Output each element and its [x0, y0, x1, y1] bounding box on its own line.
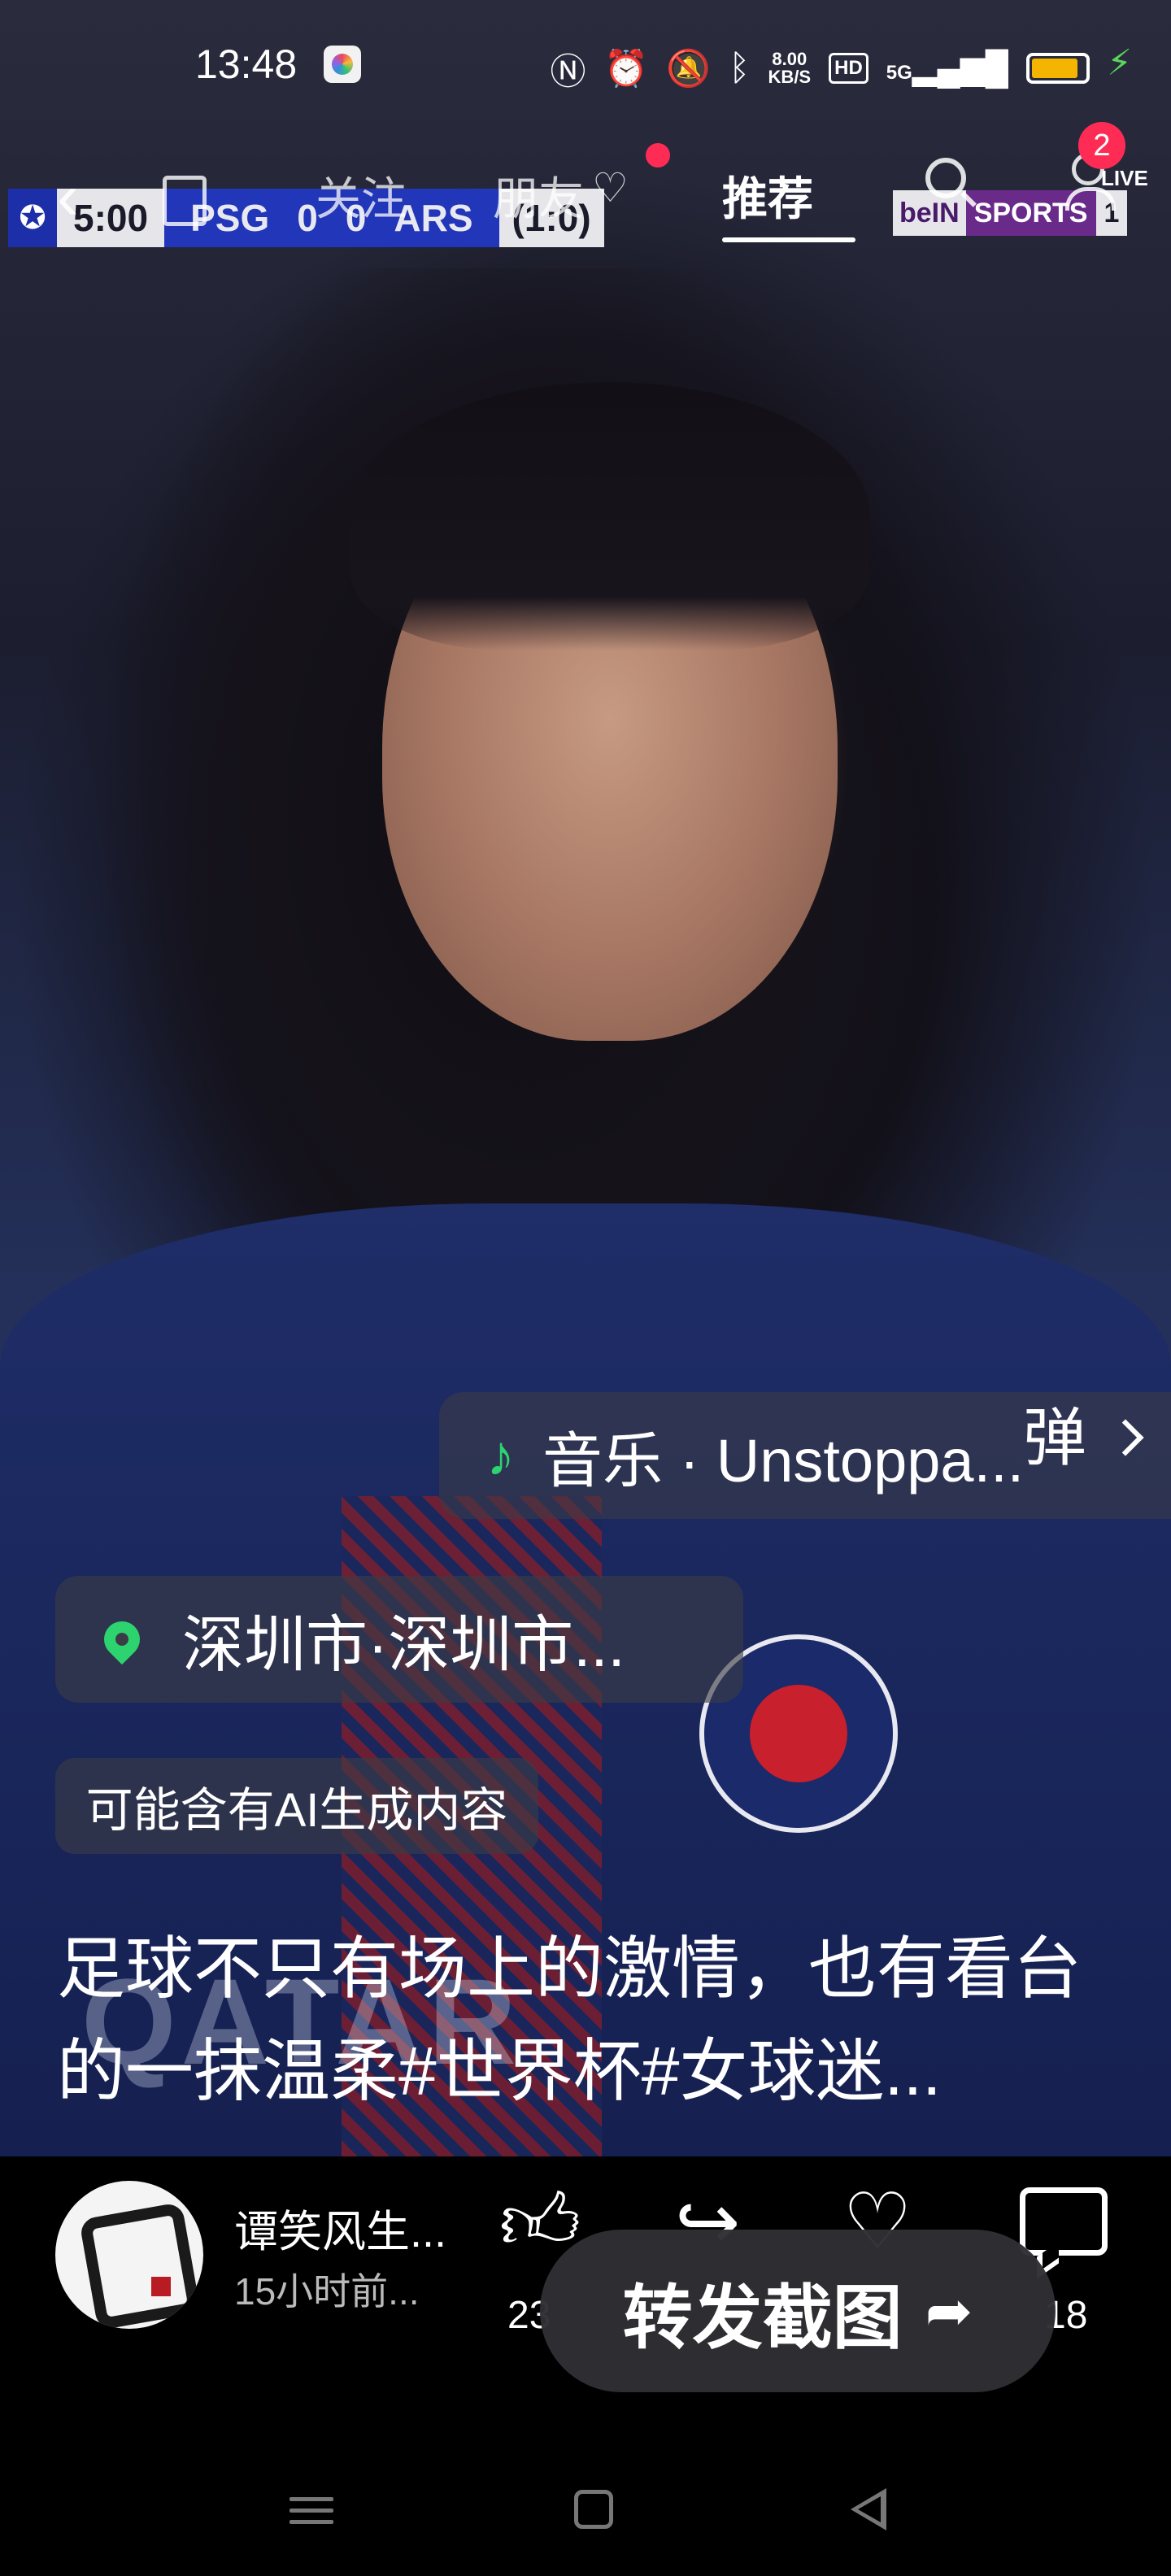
app-notification-icon [324, 46, 361, 83]
battery-icon [1026, 53, 1090, 84]
top-nav: ‹ 关注 朋友 ♡ 推荐 [0, 146, 1171, 260]
music-title: 音乐 · Unstoppa... [542, 1426, 1025, 1495]
net-speed: 8.00 KB/S [768, 49, 812, 87]
music-note-icon: ♪ [486, 1424, 515, 1487]
author-name[interactable]: 谭笑风生... [234, 2195, 446, 2260]
ai-content-notice[interactable]: 可能含有AI生成内容 [55, 1758, 538, 1854]
back-icon[interactable]: ‹ [57, 164, 79, 229]
tab-recommend[interactable]: 推荐 [722, 163, 813, 228]
floating-window-icon[interactable] [163, 176, 207, 226]
status-icons: Ⓝ ⏰ 🔕 ᛒ 8.00 KB/S HD 5G▂▄▆█ [551, 42, 1090, 94]
recent-apps-icon[interactable] [289, 2490, 333, 2531]
share-arrow-icon: ➦ [925, 2279, 973, 2343]
alarm-icon: ⏰ [603, 49, 649, 89]
status-time: 13:48 [195, 41, 298, 87]
tab-following[interactable]: 关注 [316, 163, 407, 228]
comment-icon[interactable] [1020, 2187, 1108, 2256]
home-icon[interactable] [574, 2490, 613, 2529]
friends-red-dot [646, 143, 670, 168]
author-avatar[interactable] [55, 2181, 203, 2329]
video-caption[interactable]: 足球不只有场上的激情，也有看台的一抹温柔#世界杯#女球迷... [57, 1917, 1130, 2122]
location-pin-icon [96, 1613, 148, 1665]
heart-outline-icon: ♡ [592, 165, 629, 211]
search-icon[interactable] [925, 158, 966, 198]
tab-friends[interactable]: 朋友 [493, 163, 584, 228]
active-tab-indicator [722, 237, 855, 242]
bluetooth-icon: ᛒ [729, 48, 751, 88]
danmu-toggle[interactable]: 弹 [1023, 1387, 1086, 1478]
mute-icon: 🔕 [666, 49, 712, 89]
system-nav-bar [0, 2449, 1171, 2576]
share-screenshot-button[interactable]: 转发截图 ➦ [540, 2230, 1056, 2392]
post-time: 15小时前... [234, 2270, 420, 2313]
hd-icon: HD [829, 53, 868, 84]
location-text: 深圳市·深圳市... [182, 1611, 625, 1680]
charging-icon: ⚡ [1107, 43, 1132, 83]
video-bangs-shape [350, 382, 870, 651]
nfc-icon: Ⓝ [550, 52, 586, 92]
notification-badge: 2 [1078, 122, 1125, 169]
live-label: LIVE [1101, 166, 1148, 190]
signal-icon: 5G▂▄▆█ [886, 50, 1008, 86]
location-pill[interactable]: 深圳市·深圳市... [55, 1576, 743, 1703]
status-bar: 13:48 Ⓝ ⏰ 🔕 ᛒ 8.00 KB/S HD 5G▂▄▆█ ⚡ [0, 0, 1171, 130]
system-back-icon[interactable] [851, 2488, 886, 2530]
share-screenshot-label: 转发截图 [622, 2278, 903, 2357]
